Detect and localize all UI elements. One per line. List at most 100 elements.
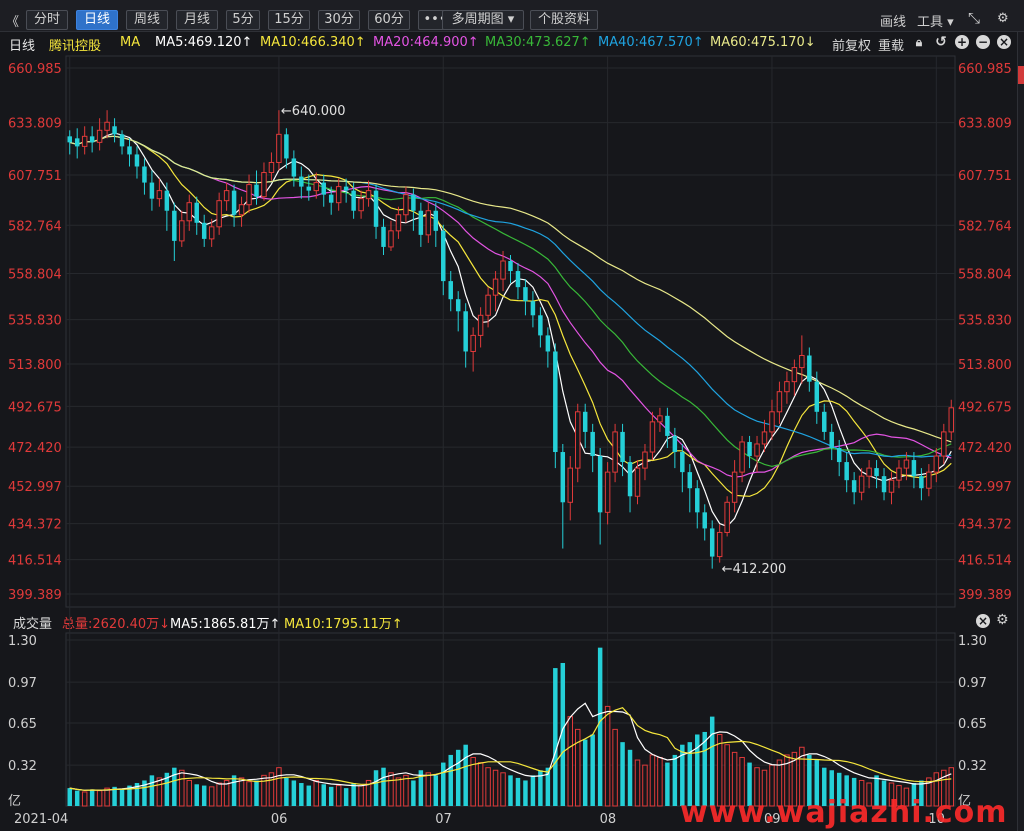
candle-body-down	[418, 210, 424, 235]
volume-bar-down	[74, 790, 80, 806]
candle-body-up	[716, 531, 723, 558]
candle-body-up	[261, 172, 267, 198]
volume-bar-up	[634, 759, 641, 807]
candle-body-down	[119, 134, 125, 147]
price-tick-right: 452.997	[958, 480, 1012, 495]
candle-body-down	[695, 488, 700, 513]
candle-body-down	[709, 528, 715, 557]
volume-bar-up	[261, 774, 267, 807]
price-tick-right: 399.389	[958, 588, 1012, 603]
candle-body-down	[851, 480, 857, 493]
volume-bar-up	[500, 772, 506, 807]
candle-body-up	[642, 451, 648, 469]
candle-body-up	[634, 467, 641, 497]
candle-body-down	[844, 462, 849, 481]
price-tick-left: 492.675	[8, 400, 62, 415]
volume-bar-up	[246, 781, 252, 807]
volume-bar-down	[306, 785, 312, 806]
price-tick-left: 399.389	[8, 588, 62, 603]
volume-bar-up	[238, 777, 245, 807]
volume-bar-down	[448, 754, 453, 806]
candle-body-up	[395, 214, 402, 232]
candle-body-up	[238, 204, 245, 216]
extreme-annotation: ←412.200	[722, 562, 787, 577]
candle-body-down	[508, 261, 513, 272]
candle-body-down	[164, 190, 170, 211]
price-tick-right: 558.804	[958, 267, 1012, 282]
ma-line-ma20	[69, 135, 952, 478]
candle-body-up	[731, 471, 738, 503]
volume-bar-up	[96, 790, 103, 807]
volume-bar-down	[381, 767, 386, 806]
volume-bar-up	[358, 785, 364, 807]
candle-body-down	[836, 447, 842, 463]
volume-bar-down	[299, 783, 304, 806]
candle-body-down	[328, 194, 334, 203]
candle-body-down	[351, 190, 356, 211]
candle-body-up	[649, 421, 656, 453]
volume-bar-down	[373, 770, 379, 806]
volume-bar-down	[172, 767, 177, 806]
candle-body-up	[657, 415, 663, 423]
volume-bar-down	[231, 775, 237, 806]
candle-body-up	[941, 431, 947, 457]
volume-tick-left: 1.30	[8, 634, 37, 649]
date-tick: 06	[271, 812, 288, 827]
candle-body-up	[358, 198, 364, 212]
volume-bar-up	[156, 777, 163, 807]
candlestick-chart[interactable]: 660.985 660.985 633.809 633.809 607.751 607.7…	[0, 0, 1024, 831]
volume-bar-down	[515, 777, 521, 806]
volume-bar-down	[523, 780, 528, 806]
candle-body-down	[911, 460, 917, 477]
candle-body-down	[134, 154, 140, 167]
candle-body-up	[612, 431, 618, 473]
candle-body-down	[590, 431, 595, 457]
price-tick-left: 660.985	[8, 62, 62, 77]
candle-body-up	[313, 182, 320, 192]
price-pane-frame	[65, 55, 956, 608]
volume-bar-down	[620, 742, 625, 806]
volume-bar-down	[411, 780, 416, 806]
date-tick: 07	[435, 812, 452, 827]
candle-body-down	[829, 431, 834, 448]
price-tick-right: 535.830	[958, 314, 1012, 329]
candle-body-down	[530, 301, 536, 316]
candle-body-down	[560, 452, 566, 503]
volume-bar-down	[590, 734, 595, 806]
candle-body-up	[769, 411, 775, 433]
price-tick-right: 492.675	[958, 400, 1012, 415]
candle-body-up	[799, 355, 805, 369]
price-tick-left: 452.997	[8, 480, 62, 495]
candle-body-down	[142, 166, 147, 183]
ma-line-ma60	[69, 135, 952, 443]
price-tick-left: 633.809	[8, 117, 62, 132]
candle-body-down	[620, 431, 625, 463]
candle-body-up	[761, 431, 768, 445]
volume-bar-up	[425, 772, 432, 807]
candle-body-up	[216, 200, 222, 228]
candle-body-down	[553, 351, 558, 453]
candle-body-down	[672, 435, 678, 453]
volume-tick-right: 0.65	[958, 717, 987, 732]
volume-bar-down	[508, 775, 513, 806]
price-tick-right: 513.800	[958, 358, 1012, 373]
price-tick-right: 434.372	[958, 518, 1012, 533]
volume-bar-up	[574, 728, 581, 807]
candle-body-down	[231, 190, 237, 215]
candle-body-up	[96, 129, 103, 143]
price-tick-left: 582.764	[8, 219, 62, 234]
candle-body-down	[515, 271, 521, 288]
candle-body-up	[470, 334, 476, 352]
volume-tick-right: 1.30	[958, 634, 987, 649]
volume-bar-down	[194, 784, 199, 806]
volume-bar-up	[388, 772, 394, 807]
candle-body-up	[186, 202, 193, 222]
candle-body-up	[276, 133, 282, 163]
price-tick-right: 582.764	[958, 219, 1012, 234]
extreme-annotation: ←640.000	[281, 104, 346, 119]
volume-bar-down	[254, 780, 259, 806]
volume-bar-down	[672, 754, 678, 806]
candle-body-up	[335, 186, 342, 204]
volume-bar-up	[216, 782, 222, 807]
volume-bar-up	[179, 769, 185, 807]
